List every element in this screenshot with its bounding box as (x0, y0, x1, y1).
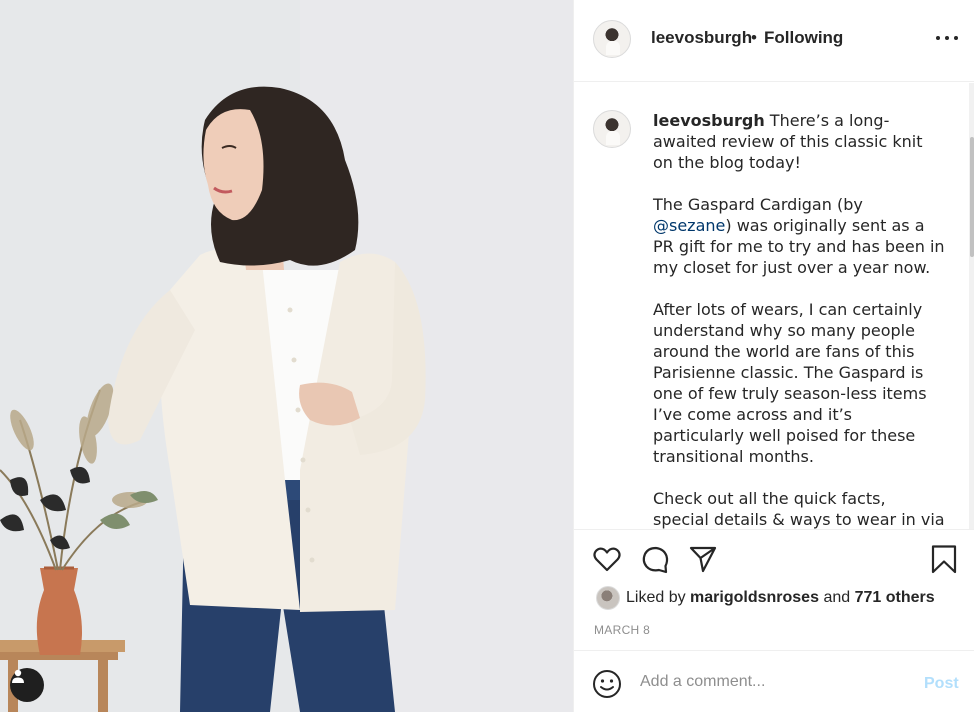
author-avatar[interactable] (593, 20, 631, 58)
comment-input[interactable] (640, 669, 910, 695)
caption-text: leevosburgh There’s a long-awaited revie… (653, 110, 945, 529)
post-comment-button[interactable]: Post (924, 675, 959, 693)
caption-scroll-area[interactable]: leevosburgh There’s a long-awaited revie… (574, 83, 974, 529)
comment-form: Post (574, 650, 974, 712)
caption-body-part-2: ) was originally sent as a PR gift for m… (653, 216, 945, 529)
liked-by-prefix: Liked by (626, 589, 686, 606)
comment-icon[interactable] (640, 544, 670, 574)
liker-username[interactable]: marigoldsnroses (690, 589, 819, 607)
separator-dot: • (751, 28, 757, 47)
caption-author-avatar[interactable] (593, 110, 631, 148)
bookmark-icon[interactable] (929, 544, 959, 574)
user-tag-button[interactable] (10, 668, 44, 702)
likes-others-count[interactable]: 771 others (855, 589, 935, 607)
author-username[interactable]: leevosburgh (651, 28, 752, 48)
smiley-icon[interactable] (592, 669, 622, 699)
following-button[interactable]: Following (764, 28, 843, 48)
more-options-icon[interactable] (936, 28, 958, 48)
post-date[interactable]: MARCH 8 (594, 623, 650, 637)
photo-illustration (0, 0, 573, 712)
caption-scrollbar[interactable] (969, 83, 974, 529)
send-icon[interactable] (688, 544, 718, 574)
post-header: leevosburgh • Following (574, 0, 974, 82)
liker-avatar[interactable] (596, 586, 620, 610)
likes-joiner: and (823, 589, 851, 606)
scrollbar-thumb[interactable] (970, 137, 974, 257)
mention-link[interactable]: @sezane (653, 216, 725, 235)
heart-icon[interactable] (592, 544, 622, 574)
likes-summary: Liked by marigoldsnroses and 771 others (596, 586, 935, 610)
user-tag-icon (12, 669, 24, 683)
post-side-panel: leevosburgh • Following leevosburgh Ther… (573, 0, 974, 712)
caption-username[interactable]: leevosburgh (653, 111, 765, 130)
post-photo[interactable] (0, 0, 573, 712)
